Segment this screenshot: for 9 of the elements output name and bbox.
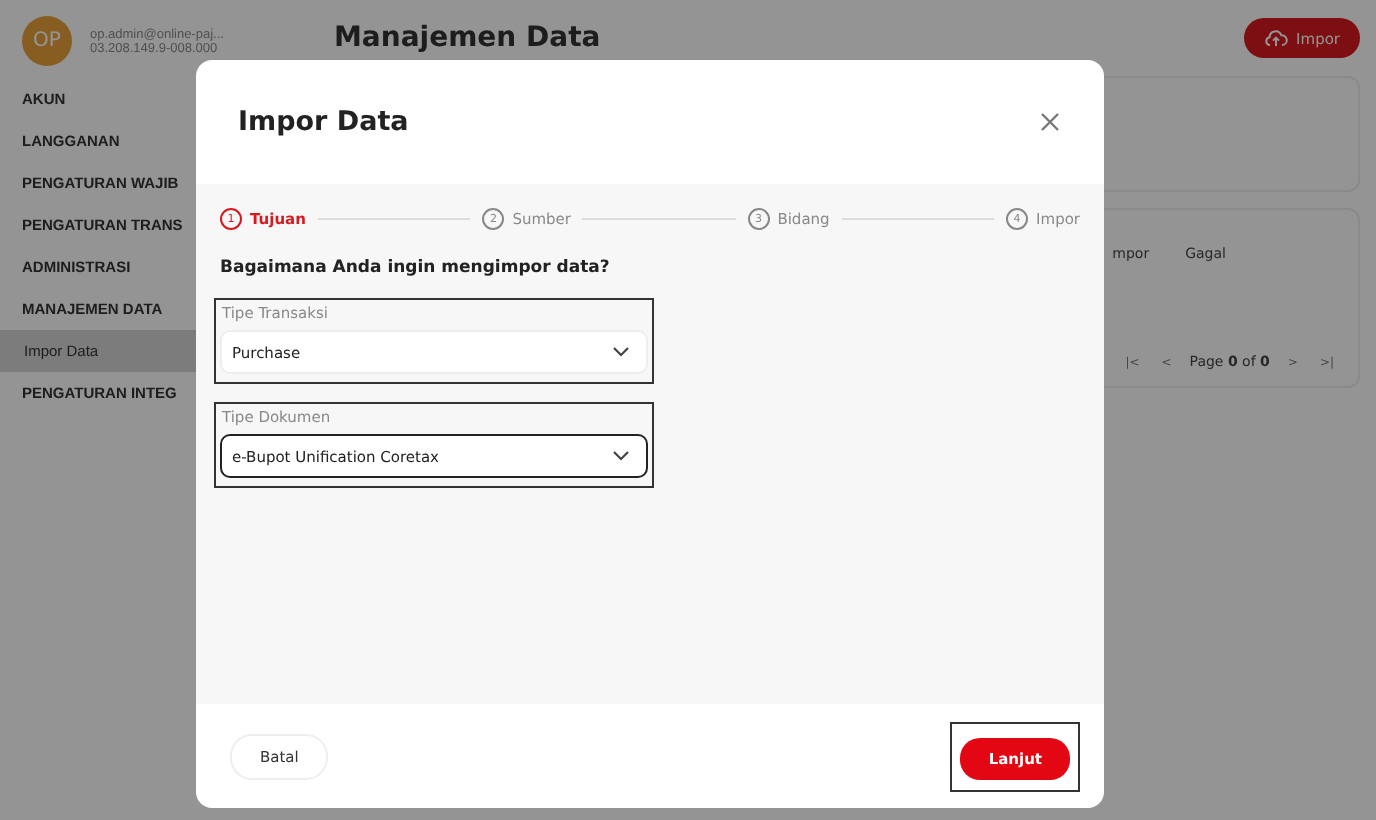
- user-avatar: OP: [22, 16, 72, 66]
- page-title: Manajemen Data: [334, 22, 601, 54]
- chevron-down-icon: [612, 450, 630, 462]
- close-icon: [1040, 112, 1060, 132]
- chevron-down-icon: [612, 346, 630, 358]
- close-button[interactable]: [1036, 108, 1064, 136]
- question-text: Bagaimana Anda ingin mengimpor data?: [220, 258, 612, 278]
- dialog-title: Impor Data: [238, 106, 409, 138]
- cloud-upload-icon: [1264, 28, 1289, 48]
